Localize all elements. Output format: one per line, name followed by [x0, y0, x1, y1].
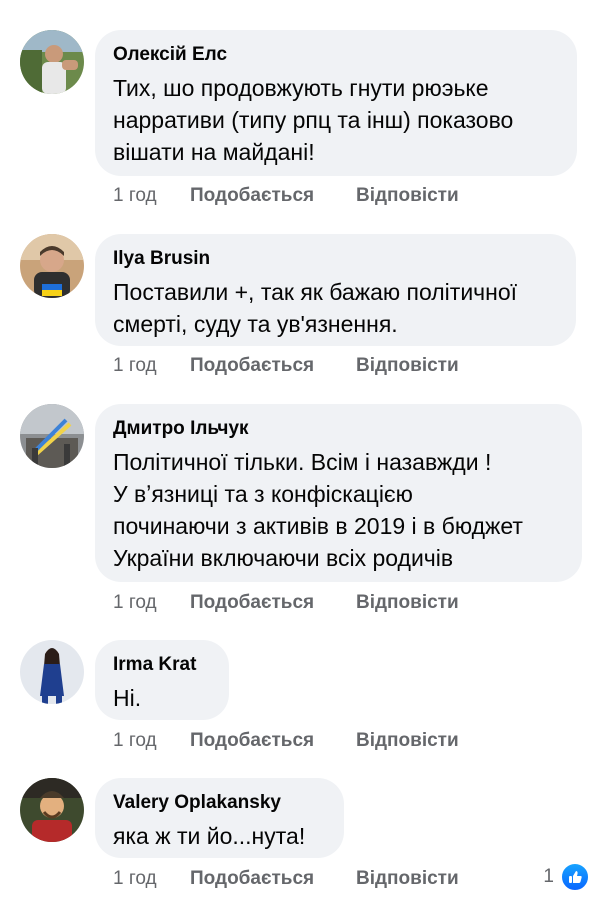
comment-bubble: Irma Krat Ні. [95, 640, 229, 720]
comment-actions: 1 год Подобається Відповісти [113, 591, 459, 615]
comment-bubble: Valery Oplakansky яка ж ти йо...нута! [95, 778, 344, 858]
reply-button[interactable]: Відповісти [356, 729, 459, 753]
comment-bubble: Ilya Brusin Поставили +, так як бажаю по… [95, 234, 576, 346]
avatar[interactable] [20, 640, 84, 704]
comment-time[interactable]: 1 год [113, 354, 190, 378]
comment-author[interactable]: Дмитро Ільчук [113, 418, 562, 440]
comment-text: Поставили +, так як бажаю політичної сме… [113, 279, 518, 337]
avatar[interactable] [20, 778, 84, 842]
comment-author[interactable]: Irma Krat [113, 654, 209, 676]
comment-time[interactable]: 1 год [113, 867, 190, 891]
comment-actions: 1 год Подобається Відповісти [113, 184, 459, 208]
like-button[interactable]: Подобається [190, 184, 356, 208]
reply-button[interactable]: Відповісти [356, 867, 459, 891]
like-button[interactable]: Подобається [190, 729, 356, 753]
reaction-count: 1 [543, 866, 554, 887]
reaction-summary[interactable]: 1 [543, 862, 590, 892]
comment-bubble: Олексій Елс Тих, шо продовжують гнути рю… [95, 30, 577, 176]
comment-author[interactable]: Олексій Елс [113, 44, 557, 66]
reply-button[interactable]: Відповісти [356, 184, 459, 208]
comment-time[interactable]: 1 год [113, 729, 190, 753]
comment-time[interactable]: 1 год [113, 591, 190, 615]
reply-button[interactable]: Відповісти [356, 354, 459, 378]
comment-text: Ні. [113, 685, 142, 711]
comment-actions: 1 год Подобається Відповісти [113, 354, 459, 378]
avatar[interactable] [20, 30, 84, 94]
comment-text: Політичної тільки. Всім і назавжди ! У в… [113, 449, 523, 571]
comment-actions: 1 год Подобається Відповісти [113, 867, 459, 891]
comment-actions: 1 год Подобається Відповісти [113, 729, 459, 753]
comment-author[interactable]: Valery Oplakansky [113, 792, 324, 814]
comment-author[interactable]: Ilya Brusin [113, 248, 556, 270]
comment-bubble: Дмитро Ільчук Політичної тільки. Всім і … [95, 404, 582, 582]
avatar[interactable] [20, 404, 84, 468]
comment-time[interactable]: 1 год [113, 184, 190, 208]
thumbs-up-icon [560, 862, 590, 892]
comment-text: Тих, шо продовжують гнути рюэьке наррати… [113, 75, 514, 165]
comment-text: яка ж ти йо...нута! [113, 823, 306, 849]
avatar[interactable] [20, 234, 84, 298]
like-button[interactable]: Подобається [190, 354, 356, 378]
like-button[interactable]: Подобається [190, 867, 356, 891]
like-button[interactable]: Подобається [190, 591, 356, 615]
reply-button[interactable]: Відповісти [356, 591, 459, 615]
